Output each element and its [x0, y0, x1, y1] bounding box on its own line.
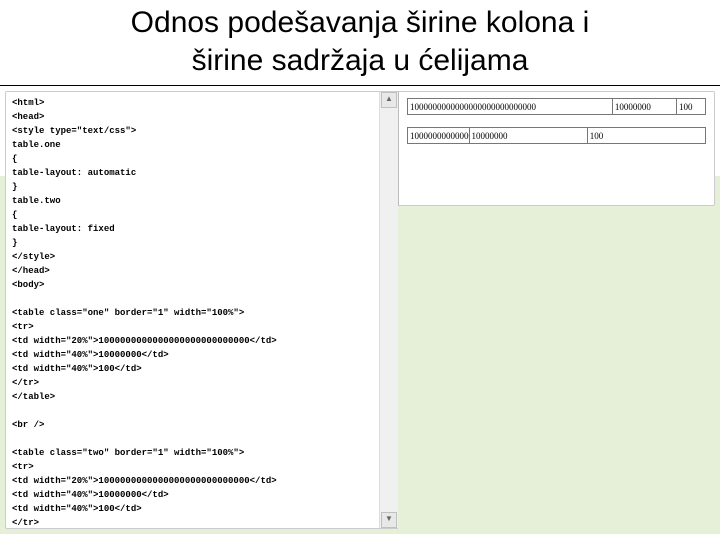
scroll-down-button[interactable]: ▼: [381, 512, 397, 528]
cell: 10000000: [469, 128, 587, 144]
scrollbar[interactable]: ▲ ▼: [379, 92, 398, 528]
slide-title: Odnos podešavanja širine kolona i širine…: [0, 0, 720, 86]
slide: Odnos podešavanja širine kolona i širine…: [0, 0, 720, 540]
title-line-1: Odnos podešavanja širine kolona i: [131, 6, 590, 39]
split-pane: <html> <head> <style type="text/css"> ta…: [5, 91, 715, 529]
table-fixed: 1000000000000000000000000000 10000000 10…: [407, 127, 706, 144]
title-line-2: širine sadržaja u ćelijama: [192, 44, 529, 77]
code-pane: <html> <head> <style type="text/css"> ta…: [5, 91, 398, 529]
table-row: 1000000000000000000000000000 10000000 10…: [408, 128, 706, 144]
cell: 10000000: [612, 99, 676, 115]
table-row: 1000000000000000000000000000 10000000 10…: [408, 99, 706, 115]
preview-pane: 1000000000000000000000000000 10000000 10…: [398, 91, 715, 206]
cell: 100: [677, 99, 706, 115]
code-text: <html> <head> <style type="text/css"> ta…: [12, 96, 377, 528]
code-viewport: <html> <head> <style type="text/css"> ta…: [6, 92, 379, 528]
cell: 100: [587, 128, 705, 144]
cell: 1000000000000000000000000000: [408, 128, 470, 144]
scroll-up-button[interactable]: ▲: [381, 92, 397, 108]
content-area: <html> <head> <style type="text/css"> ta…: [0, 86, 720, 534]
cell: 1000000000000000000000000000: [408, 99, 613, 115]
table-auto: 1000000000000000000000000000 10000000 10…: [407, 98, 706, 115]
